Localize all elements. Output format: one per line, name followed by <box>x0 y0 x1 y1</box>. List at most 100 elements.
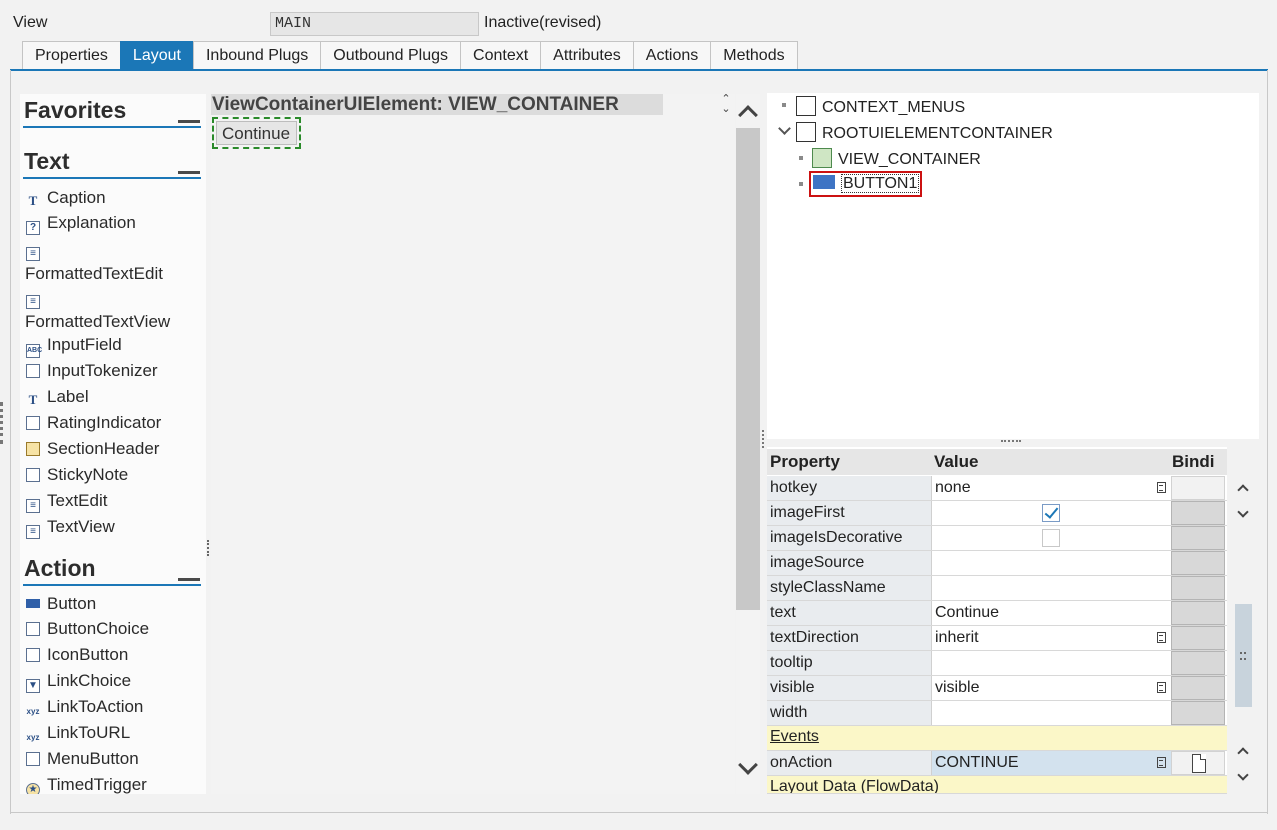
binding-cell[interactable] <box>1171 476 1225 500</box>
palette-item-caption[interactable]: T Caption <box>26 188 106 209</box>
rating-indicator-icon <box>26 416 40 430</box>
tab-inbound-plugs[interactable]: Inbound Plugs <box>192 41 322 70</box>
property-row-imagesource[interactable]: imageSource <box>767 551 1227 576</box>
tab-layout[interactable]: Layout <box>119 41 194 70</box>
tab-underline <box>10 69 1268 71</box>
canvas-scroll-thumb[interactable] <box>736 128 760 610</box>
property-row-visible[interactable]: visible visible <box>767 676 1227 701</box>
property-row-text[interactable]: text Continue <box>767 601 1227 626</box>
value-help-icon[interactable] <box>1157 482 1166 493</box>
tab-methods[interactable]: Methods <box>710 41 798 70</box>
layout-canvas[interactable] <box>211 94 735 794</box>
palette-category-text[interactable]: Text <box>23 145 201 179</box>
property-value[interactable]: none <box>931 476 1171 500</box>
property-value[interactable]: inherit <box>931 626 1171 650</box>
palette-category-action[interactable]: Action <box>23 552 201 586</box>
edge-grip-handle[interactable] <box>0 402 6 444</box>
palette-item-iconbutton[interactable]: IconButton <box>26 645 128 665</box>
tree-node-button1[interactable]: BUTTON1 <box>809 171 923 197</box>
property-row-styleclassname[interactable]: styleClassName <box>767 576 1227 601</box>
property-value[interactable]: Continue <box>931 601 1171 625</box>
binding-cell[interactable] <box>1171 526 1225 550</box>
minimize-icon[interactable] <box>178 171 200 174</box>
tab-actions[interactable]: Actions <box>632 41 712 70</box>
value-help-icon[interactable] <box>1157 682 1166 693</box>
checkbox-checked[interactable] <box>1042 504 1060 522</box>
palette-item-buttonchoice[interactable]: ButtonChoice <box>26 619 149 639</box>
value-help-icon[interactable] <box>1157 632 1166 643</box>
palette-item-button[interactable]: Button <box>26 594 96 614</box>
palette-item-inputtokenizer[interactable]: InputTokenizer <box>26 361 158 381</box>
property-row-tooltip[interactable]: tooltip <box>767 651 1227 676</box>
palette-item-stickynote[interactable]: StickyNote <box>26 465 128 485</box>
property-row-imageisdecorative[interactable]: imageIsDecorative <box>767 526 1227 551</box>
value-help-icon[interactable] <box>1157 757 1166 768</box>
property-grid-header: Property Value Bindi <box>767 449 1227 475</box>
binding-cell[interactable] <box>1171 701 1225 725</box>
binding-cell[interactable] <box>1171 576 1225 600</box>
section-events[interactable]: Events <box>767 726 1227 751</box>
palette-item-ratingindicator[interactable]: RatingIndicator <box>26 413 161 433</box>
tree-node-view-container[interactable]: VIEW_CONTAINER <box>812 148 981 169</box>
sticky-note-icon <box>26 468 40 482</box>
palette-item-explanation[interactable]: ? Explanation <box>26 213 136 235</box>
tree-node-rootuielementcontainer[interactable]: ROOTUIELEMENTCONTAINER <box>796 122 1053 143</box>
palette-item-label[interactable]: T Label <box>26 387 89 408</box>
property-value[interactable] <box>931 576 1171 600</box>
palette-splitter[interactable] <box>207 540 210 556</box>
palette-item-menubutton[interactable]: MenuButton <box>26 749 139 769</box>
tab-context[interactable]: Context <box>460 41 542 70</box>
binding-cell[interactable] <box>1171 601 1225 625</box>
property-row-hotkey[interactable]: hotkey none <box>767 476 1227 501</box>
palette-item-linkchoice[interactable]: ▼ LinkChoice <box>26 671 131 693</box>
binding-cell[interactable] <box>1171 626 1225 650</box>
minimize-icon[interactable] <box>178 120 200 123</box>
tab-attributes[interactable]: Attributes <box>540 41 634 70</box>
palette-item-timedtrigger[interactable]: ★ TimedTrigger <box>26 775 147 794</box>
binding-cell[interactable] <box>1171 651 1225 675</box>
column-header-binding[interactable]: Bindi <box>1172 452 1215 472</box>
create-action-cell[interactable] <box>1171 751 1225 775</box>
binding-cell[interactable] <box>1171 551 1225 575</box>
property-value[interactable]: visible <box>931 676 1171 700</box>
reorder-updown-icon[interactable]: ⌃ ⌄ <box>719 94 733 116</box>
tree-bullet-icon <box>782 103 786 107</box>
pane-splitter[interactable] <box>762 430 765 448</box>
event-row-onaction[interactable]: onAction CONTINUE <box>767 751 1227 776</box>
tree-node-context-menus[interactable]: CONTEXT_MENUS <box>796 96 965 117</box>
scroll-up-icon[interactable] <box>736 100 760 125</box>
checkbox-unchecked[interactable] <box>1042 529 1060 547</box>
view-name-field[interactable]: MAIN <box>270 12 479 36</box>
section-layout-data[interactable]: Layout Data (FlowData) <box>767 776 1227 794</box>
palette-item-textedit[interactable]: ≡ TextEdit <box>26 491 107 513</box>
section-title[interactable]: Events <box>770 728 819 746</box>
binding-cell[interactable] <box>1171 501 1225 525</box>
tab-outbound-plugs[interactable]: Outbound Plugs <box>320 41 462 70</box>
palette-item-textview[interactable]: ≡ TextView <box>26 517 115 539</box>
binding-cell[interactable] <box>1171 676 1225 700</box>
property-row-width[interactable]: width <box>767 701 1227 726</box>
tree-properties-splitter[interactable] <box>1001 440 1021 443</box>
property-value[interactable] <box>931 551 1171 575</box>
property-row-textdirection[interactable]: textDirection inherit <box>767 626 1227 651</box>
palette-category-favorites[interactable]: Favorites <box>23 94 201 128</box>
canvas-container-title: ViewContainerUIElement: VIEW_CONTAINER <box>211 94 663 115</box>
palette-item-inputfield[interactable]: ABC InputField <box>26 335 122 358</box>
property-row-imagefirst[interactable]: imageFirst <box>767 501 1227 526</box>
column-header-value[interactable]: Value <box>934 452 978 472</box>
palette-item-formattedtextedit[interactable]: ≡ FormattedTextEdit <box>25 239 163 284</box>
palette-item-linktoaction[interactable]: xyz LinkToAction <box>26 697 144 720</box>
new-document-icon[interactable] <box>1192 754 1206 773</box>
property-value[interactable] <box>931 701 1171 725</box>
palette-item-formattedtextview[interactable]: ≡ FormattedTextView <box>25 287 170 332</box>
section-title[interactable]: Layout Data (FlowData) <box>770 778 939 793</box>
minimize-icon[interactable] <box>178 578 200 581</box>
event-value[interactable]: CONTINUE <box>931 751 1171 775</box>
scroll-down-icon[interactable] <box>736 755 760 782</box>
palette-item-sectionheader[interactable]: SectionHeader <box>26 439 159 459</box>
canvas-continue-button[interactable]: Continue <box>212 117 301 149</box>
property-value[interactable] <box>931 651 1171 675</box>
palette-item-linktourl[interactable]: xyz LinkToURL <box>26 723 131 746</box>
column-header-property[interactable]: Property <box>770 452 840 472</box>
tab-properties[interactable]: Properties <box>22 41 121 70</box>
